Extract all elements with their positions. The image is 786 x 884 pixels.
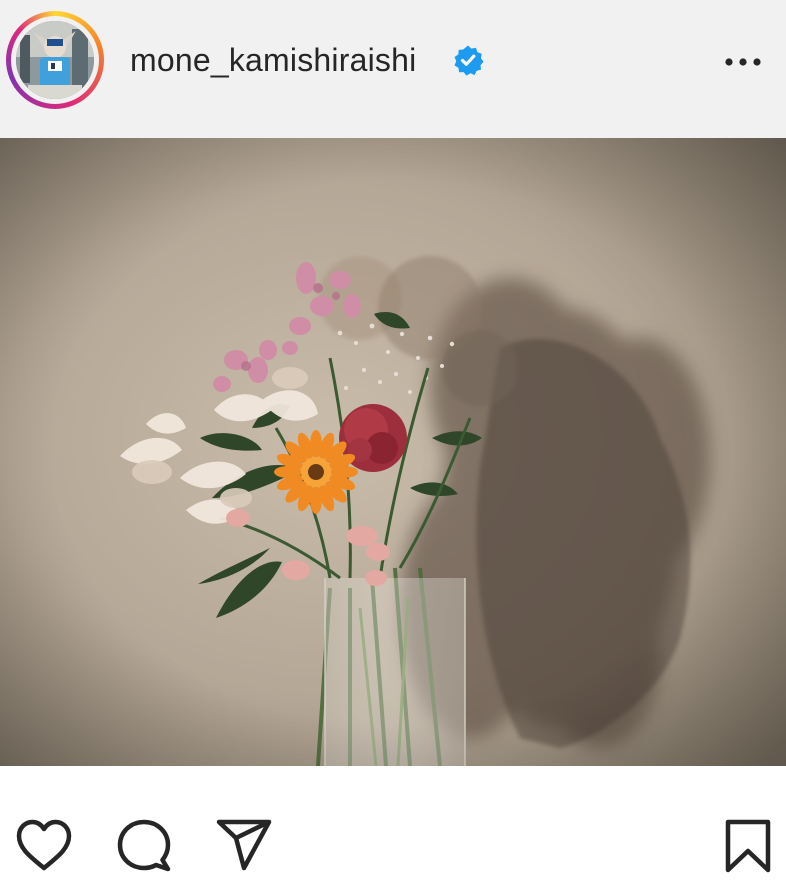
instagram-post: mone_kamishiraishi xyxy=(0,0,786,884)
post-header: mone_kamishiraishi xyxy=(0,0,786,138)
paper-plane-icon[interactable] xyxy=(214,816,274,876)
bookmark-icon[interactable] xyxy=(718,816,778,876)
flower-bouquet-image[interactable] xyxy=(0,138,786,766)
profile-avatar-icon[interactable] xyxy=(16,21,94,99)
action-bar xyxy=(0,766,786,884)
username[interactable]: mone_kamishiraishi xyxy=(130,40,416,80)
verified-badge-icon xyxy=(452,44,484,76)
heart-icon[interactable] xyxy=(14,816,74,876)
avatar-gap xyxy=(11,16,99,104)
comment-icon[interactable] xyxy=(114,816,174,876)
story-ring[interactable] xyxy=(6,11,104,109)
more-options-icon[interactable] xyxy=(718,48,768,76)
